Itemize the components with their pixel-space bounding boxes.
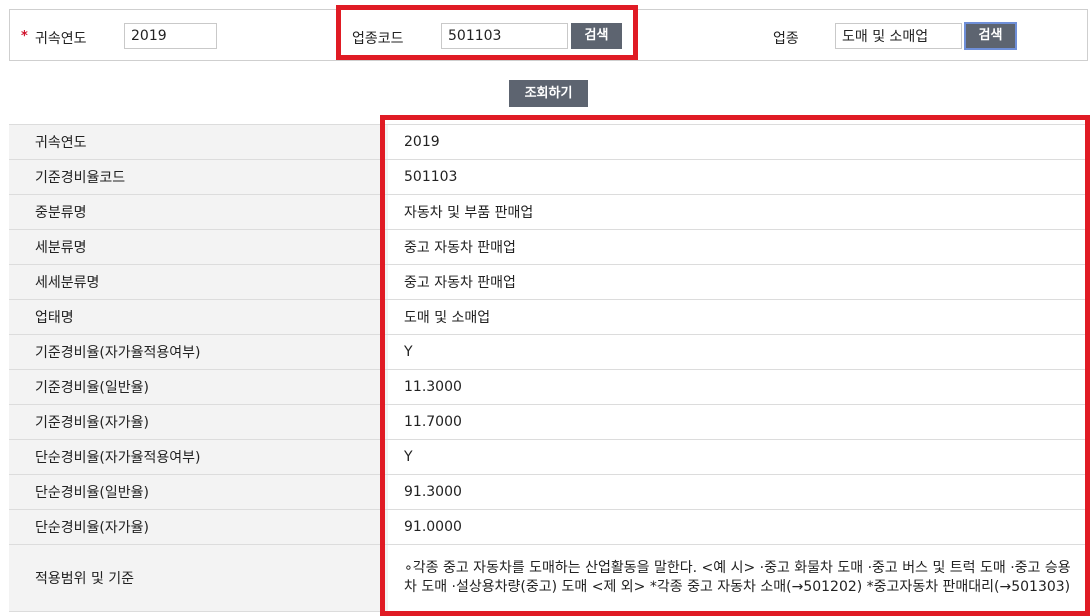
industry-input[interactable] bbox=[835, 23, 962, 49]
year-label: 귀속연도 bbox=[35, 31, 87, 47]
row-value: 중고 자동차 판매업 bbox=[388, 229, 1090, 265]
industry-search-button[interactable]: 검색 bbox=[964, 22, 1017, 50]
row-value: 중고 자동차 판매업 bbox=[388, 264, 1090, 300]
row-label: 업태명 bbox=[9, 299, 388, 335]
row-value: 501103 bbox=[388, 159, 1090, 195]
row-value: 자동차 및 부품 판매업 bbox=[388, 194, 1090, 230]
table-row: 기준경비율(자가율) 11.7000 bbox=[9, 404, 1090, 440]
row-value: 91.0000 bbox=[388, 509, 1090, 545]
row-value: Y bbox=[388, 334, 1090, 370]
row-value: 91.3000 bbox=[388, 474, 1090, 510]
row-value: 11.3000 bbox=[388, 369, 1090, 405]
row-label: 적용범위 및 기준 bbox=[9, 544, 388, 612]
table-row: 중분류명 자동차 및 부품 판매업 bbox=[9, 194, 1090, 230]
industry-code-label: 업종코드 bbox=[352, 31, 404, 47]
row-value: 11.7000 bbox=[388, 404, 1090, 440]
row-label: 기준경비율코드 bbox=[9, 159, 388, 195]
table-row: 단순경비율(자가율적용여부) Y bbox=[9, 439, 1090, 475]
table-row: 귀속연도 2019 bbox=[9, 124, 1090, 160]
row-label: 기준경비율(자가율) bbox=[9, 404, 388, 440]
table-row: 세세분류명 중고 자동차 판매업 bbox=[9, 264, 1090, 300]
row-label: 세세분류명 bbox=[9, 264, 388, 300]
row-value: Y bbox=[388, 439, 1090, 475]
row-value: 도매 및 소매업 bbox=[388, 299, 1090, 335]
row-value: ∘각종 중고 자동차를 도매하는 산업활동을 말한다. <예 시> ·중고 화물… bbox=[388, 544, 1090, 612]
required-mark: * bbox=[21, 29, 28, 44]
industry-label: 업종 bbox=[773, 31, 799, 47]
table-row: 업태명 도매 및 소매업 bbox=[9, 299, 1090, 335]
table-row: 적용범위 및 기준 ∘각종 중고 자동차를 도매하는 산업활동을 말한다. <예 … bbox=[9, 544, 1090, 612]
industry-code-input[interactable] bbox=[441, 23, 568, 49]
table-row: 기준경비율코드 501103 bbox=[9, 159, 1090, 195]
code-search-button[interactable]: 검색 bbox=[571, 23, 622, 49]
table-row: 기준경비율(일반율) 11.3000 bbox=[9, 369, 1090, 405]
row-value: 2019 bbox=[388, 124, 1090, 160]
row-label: 단순경비율(자가율) bbox=[9, 509, 388, 545]
table-row: 단순경비율(자가율) 91.0000 bbox=[9, 509, 1090, 545]
row-label: 중분류명 bbox=[9, 194, 388, 230]
row-label: 단순경비율(자가율적용여부) bbox=[9, 439, 388, 475]
row-label: 세분류명 bbox=[9, 229, 388, 265]
row-label: 기준경비율(자가율적용여부) bbox=[9, 334, 388, 370]
table-row: 기준경비율(자가율적용여부) Y bbox=[9, 334, 1090, 370]
table-row: 단순경비율(일반율) 91.3000 bbox=[9, 474, 1090, 510]
row-label: 단순경비율(일반율) bbox=[9, 474, 388, 510]
query-button[interactable]: 조회하기 bbox=[509, 80, 588, 107]
row-label: 기준경비율(일반율) bbox=[9, 369, 388, 405]
table-row: 세분류명 중고 자동차 판매업 bbox=[9, 229, 1090, 265]
row-label: 귀속연도 bbox=[9, 124, 388, 160]
year-input[interactable] bbox=[124, 23, 217, 49]
result-table: 귀속연도 2019 기준경비율코드 501103 중분류명 자동차 및 부품 판매업 세분류… bbox=[9, 124, 1090, 612]
